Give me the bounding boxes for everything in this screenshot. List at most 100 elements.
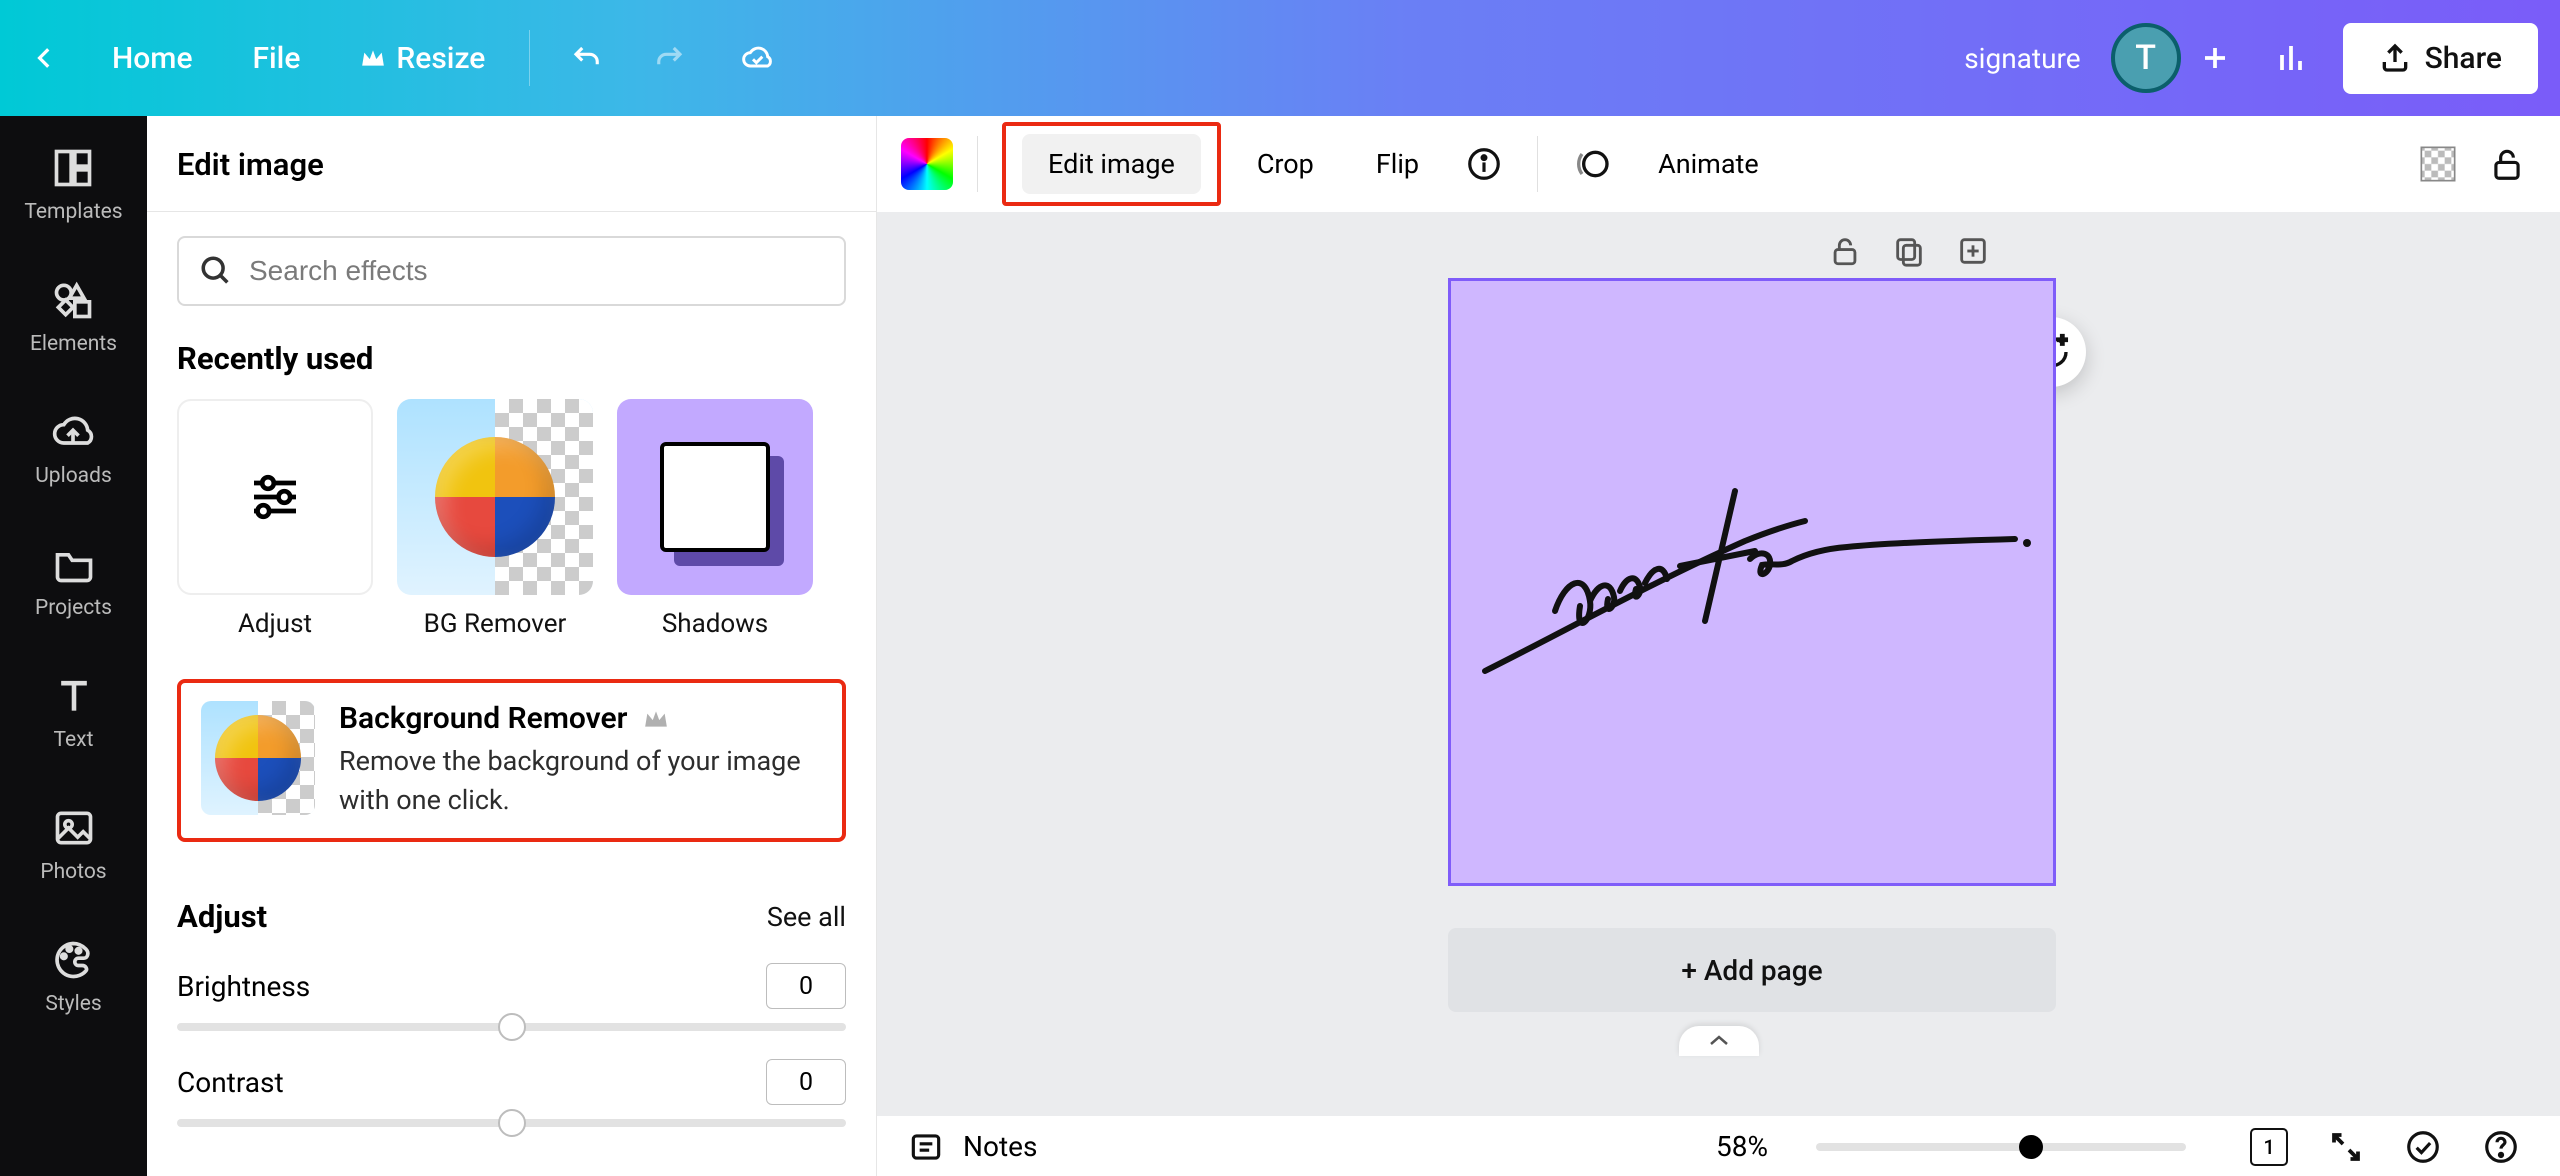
bg-remover-card-thumb [201, 701, 315, 815]
top-toolbar: Home File Resize signature [0, 0, 2560, 116]
rail-photos[interactable]: Photos [40, 806, 106, 884]
notes-label: Notes [963, 1130, 1037, 1163]
share-button[interactable]: Share [2343, 23, 2538, 94]
rail-uploads[interactable]: Uploads [35, 410, 112, 488]
chevron-up-icon [1707, 1034, 1731, 1048]
contrast-value-input[interactable]: 0 [766, 1059, 846, 1105]
adjust-heading: Adjust [177, 898, 267, 935]
help-button[interactable] [2472, 1118, 2530, 1176]
uploads-icon [51, 410, 95, 454]
projects-icon [52, 542, 96, 586]
undo-button[interactable] [544, 31, 628, 85]
info-button[interactable] [1455, 135, 1513, 193]
rail-styles[interactable]: Styles [45, 938, 101, 1016]
animate-button[interactable]: Animate [1632, 134, 1785, 194]
brightness-slider[interactable] [177, 1023, 846, 1031]
lock-button[interactable] [2478, 135, 2536, 193]
zoom-label[interactable]: 58% [1716, 1130, 1768, 1163]
page-strip-toggle[interactable] [1679, 1026, 1759, 1056]
notes-icon [907, 1128, 945, 1166]
divider [1537, 136, 1538, 192]
notes-button[interactable]: Notes [907, 1128, 1037, 1166]
edit-image-button[interactable]: Edit image [1022, 134, 1201, 194]
cloud-sync-button[interactable] [712, 30, 802, 86]
rail-label: Elements [30, 332, 117, 356]
bg-remover-thumb [397, 399, 593, 595]
page-list-button[interactable]: 1 [2240, 1118, 2298, 1176]
zoom-slider[interactable] [1816, 1143, 2186, 1151]
transparency-button[interactable] [2408, 134, 2468, 194]
info-icon [1465, 145, 1503, 183]
photos-icon [52, 806, 96, 850]
search-effects-input[interactable] [177, 236, 846, 306]
back-button[interactable] [22, 29, 82, 87]
color-picker-button[interactable] [901, 138, 953, 190]
avatar-initial: T [2135, 38, 2156, 78]
add-page-button[interactable]: + Add page [1448, 928, 2056, 1012]
shadows-thumb [617, 399, 813, 595]
slider-handle[interactable] [498, 1013, 526, 1041]
search-field[interactable] [249, 255, 824, 287]
crop-button[interactable]: Crop [1231, 134, 1340, 194]
home-button[interactable]: Home [82, 27, 223, 90]
insights-button[interactable] [2259, 28, 2323, 88]
tile-bg-remover[interactable]: BG Remover [397, 399, 593, 639]
rail-label: Photos [40, 860, 106, 884]
divider [977, 136, 978, 192]
page-count-icon: 1 [2250, 1128, 2288, 1166]
slider-handle[interactable] [498, 1109, 526, 1137]
fullscreen-button[interactable] [2318, 1119, 2374, 1175]
redo-icon [652, 43, 688, 73]
rail-projects[interactable]: Projects [35, 542, 112, 620]
bg-remover-title: Background Remover [339, 701, 627, 736]
panel-title: Edit image [147, 116, 876, 212]
edit-image-panel: Edit image Recently used Adjust [147, 116, 877, 1176]
animate-icon-button[interactable] [1562, 134, 1622, 194]
add-member-button[interactable] [2191, 34, 2239, 82]
rail-label: Uploads [35, 464, 112, 488]
animate-motion-icon [1572, 144, 1612, 184]
contrast-slider[interactable] [177, 1119, 846, 1127]
bar-chart-icon [2271, 40, 2311, 76]
search-icon [199, 254, 233, 288]
share-label: Share [2425, 41, 2502, 76]
recently-used-heading: Recently used [177, 340, 846, 377]
signature-image[interactable] [1471, 471, 2039, 691]
resize-button[interactable]: Resize [330, 27, 515, 90]
rail-templates[interactable]: Templates [24, 146, 122, 224]
rail-label: Text [54, 728, 94, 752]
rail-text[interactable]: Text [52, 674, 96, 752]
brightness-label: Brightness [177, 970, 310, 1003]
rail-label: Styles [45, 992, 101, 1016]
help-icon [2482, 1128, 2520, 1166]
zoom-handle[interactable] [2019, 1135, 2043, 1159]
avatar[interactable]: T [2111, 23, 2181, 93]
flip-button[interactable]: Flip [1350, 134, 1445, 194]
canvas-page[interactable] [1448, 278, 2056, 886]
see-all-link[interactable]: See all [767, 901, 846, 933]
undo-icon [568, 43, 604, 73]
plus-icon [2200, 43, 2230, 73]
tile-shadows[interactable]: Shadows [617, 399, 813, 639]
tile-adjust[interactable]: Adjust [177, 399, 373, 639]
contrast-label: Contrast [177, 1066, 284, 1099]
document-name[interactable]: signature [1964, 42, 2080, 75]
crown-icon [360, 48, 386, 68]
cloud-check-icon [736, 42, 778, 74]
crown-icon [643, 709, 669, 729]
redo-button[interactable] [628, 31, 712, 85]
tile-label: Adjust [238, 609, 312, 639]
lock-page-icon[interactable] [1828, 234, 1862, 268]
file-label: File [253, 41, 301, 76]
rail-elements[interactable]: Elements [30, 278, 117, 356]
workspace: Edit image Crop Flip Animate [877, 116, 2560, 1176]
duplicate-page-icon[interactable] [1892, 234, 1926, 268]
canvas-area[interactable]: + [877, 212, 2560, 1116]
add-page-icon[interactable] [1956, 234, 1990, 268]
checkmark-button[interactable] [2394, 1118, 2452, 1176]
transparency-icon [2418, 144, 2458, 184]
edit-image-highlight: Edit image [1002, 122, 1221, 206]
file-button[interactable]: File [223, 27, 331, 90]
brightness-value-input[interactable]: 0 [766, 963, 846, 1009]
background-remover-card[interactable]: Background Remover Remove the background… [177, 679, 846, 842]
